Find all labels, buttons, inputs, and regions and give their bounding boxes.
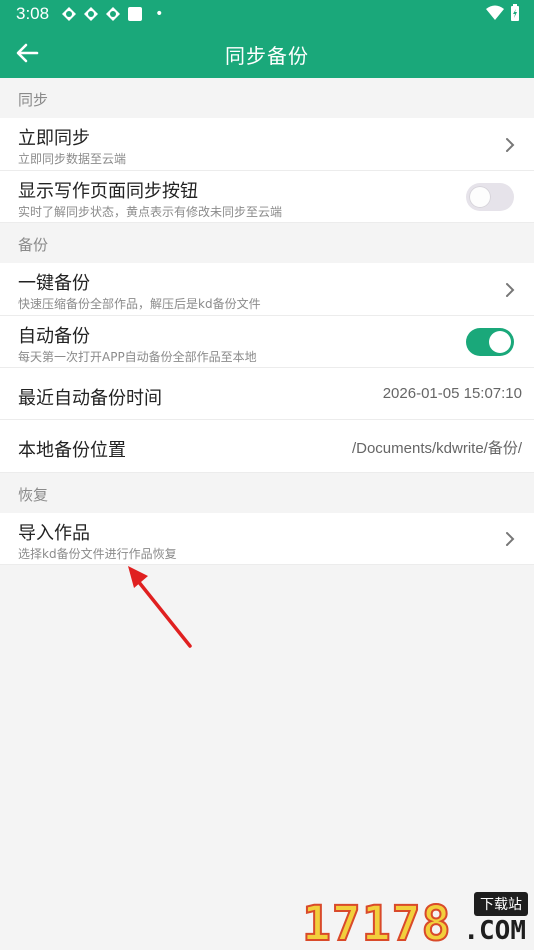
row-title: 本地备份位置 (18, 440, 126, 461)
chevron-right-icon (506, 283, 515, 297)
status-dot: • (155, 6, 164, 22)
status-time: 3:08 (16, 4, 50, 23)
row-immediate-sync[interactable]: 立即同步 立即同步数据至云端 (0, 118, 534, 171)
row-subtitle: 实时了解同步状态，黄点表示有修改未同步至云端 (18, 205, 283, 219)
row-title: 显示写作页面同步按钮 (18, 181, 198, 202)
section-header-backup: 备份 (0, 223, 534, 263)
toggle-knob (489, 331, 511, 353)
annotation-arrow-icon (128, 566, 192, 648)
toggle-knob (469, 186, 491, 208)
watermark-tag: 下载站 (474, 892, 528, 916)
last-backup-time-value: 2026-01-05 15:07:10 (382, 385, 522, 402)
notification-app-icon (106, 7, 121, 21)
row-title: 导入作品 (18, 523, 90, 544)
row-subtitle: 快速压缩备份全部作品，解压后是kd备份文件 (18, 297, 261, 311)
wifi-icon (486, 5, 504, 20)
watermark-number: 17178 (301, 895, 452, 950)
section-header-restore: 恢复 (0, 473, 534, 513)
battery-icon (511, 4, 519, 21)
row-last-backup-time: 最近自动备份时间 2026-01-05 15:07:10 (0, 368, 534, 420)
row-title: 最近自动备份时间 (18, 388, 162, 409)
auto-backup-toggle[interactable] (466, 328, 514, 356)
notification-app-icon (84, 7, 99, 21)
notification-square-icon (128, 7, 143, 21)
backup-location-value: /Documents/kdwrite/备份/ (351, 440, 522, 457)
row-subtitle: 立即同步数据至云端 (18, 152, 127, 166)
row-title: 自动备份 (18, 326, 90, 347)
row-title: 立即同步 (18, 128, 90, 149)
page-title: 同步备份 (225, 44, 309, 68)
chevron-right-icon (506, 138, 515, 152)
notification-app-icon (62, 7, 77, 21)
watermark-logo: 17178 下载站 .COM (301, 892, 530, 950)
row-import-works[interactable]: 导入作品 选择kd备份文件进行作品恢复 (0, 513, 534, 565)
chevron-right-icon (506, 532, 515, 546)
row-backup-location[interactable]: 本地备份位置 /Documents/kdwrite/备份/ (0, 420, 534, 473)
app-bar: 同步备份 (0, 28, 534, 78)
status-right (486, 4, 520, 22)
row-title: 一键备份 (18, 273, 90, 294)
row-one-click-backup[interactable]: 一键备份 快速压缩备份全部作品，解压后是kd备份文件 (0, 263, 534, 316)
row-auto-backup: 自动备份 每天第一次打开APP自动备份全部作品至本地 (0, 316, 534, 368)
watermark-suffix: .COM (463, 916, 526, 946)
row-show-sync-button: 显示写作页面同步按钮 实时了解同步状态，黄点表示有修改未同步至云端 (0, 171, 534, 223)
section-header-sync: 同步 (0, 78, 534, 118)
status-bar: 3:08 • (0, 0, 534, 28)
show-sync-button-toggle[interactable] (466, 183, 514, 211)
row-subtitle: 每天第一次打开APP自动备份全部作品至本地 (18, 350, 257, 364)
